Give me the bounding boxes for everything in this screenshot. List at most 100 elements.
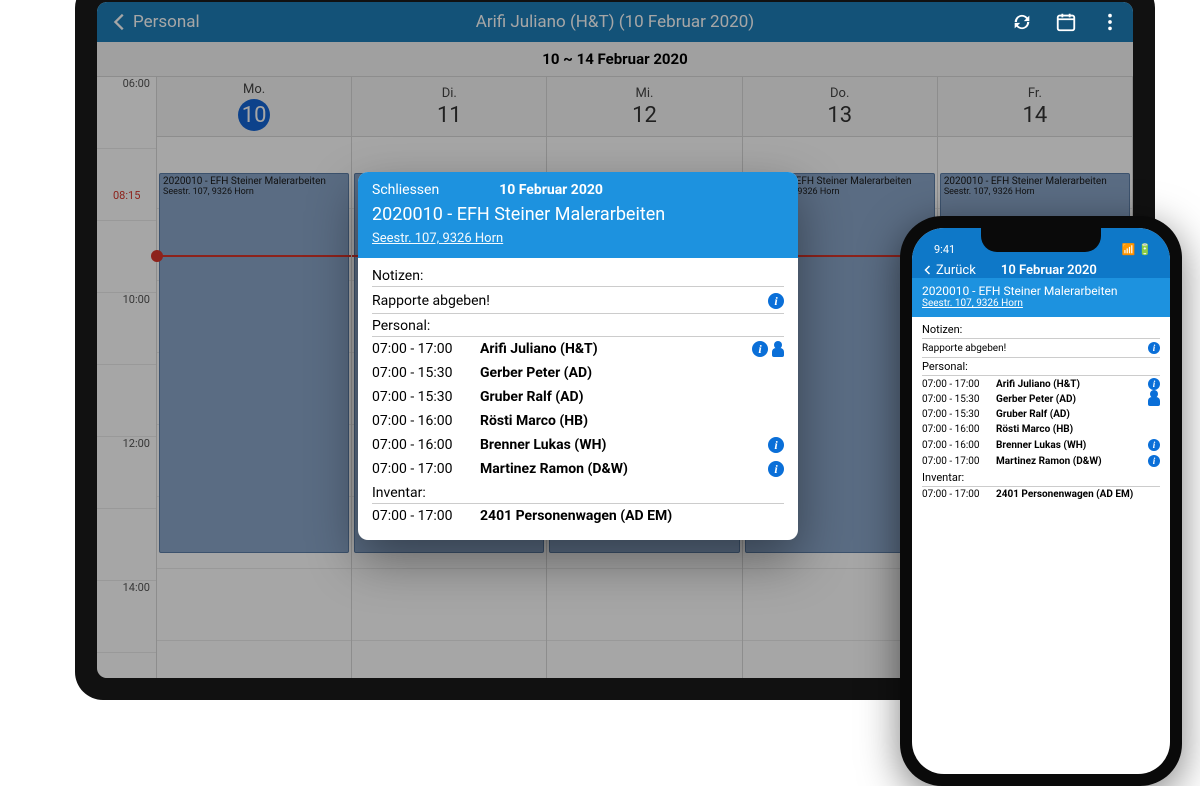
row-name: 2401 Personenwagen (AD EM) xyxy=(480,508,784,524)
event-detail-popup: Schliessen 10 Februar 2020 2020010 - EFH… xyxy=(358,172,798,540)
week-range-label: 10 ~ 14 Februar 2020 xyxy=(97,42,1133,77)
now-time-label: 08:15 xyxy=(113,189,140,202)
row-icons: i xyxy=(1148,439,1160,451)
popup-header: Schliessen 10 Februar 2020 2020010 - EFH… xyxy=(358,172,798,258)
day-header[interactable]: Mo.10 xyxy=(157,77,351,137)
day-short: Mi. xyxy=(636,86,654,101)
chevron-left-icon xyxy=(922,264,934,276)
row-name: Brenner Lukas (WH) xyxy=(480,437,760,453)
event-sub: Seestr. 107, 9326 Horn xyxy=(944,187,1126,197)
time-slot: 12:00 xyxy=(97,437,156,509)
row-icons: i xyxy=(768,437,784,453)
person-icon[interactable] xyxy=(772,341,784,357)
day-number: 11 xyxy=(437,103,462,128)
personal-row: 07:00 - 15:30 Gerber Peter (AD) xyxy=(922,392,1160,407)
time-slot: 14:00 xyxy=(97,581,156,653)
phone-notes-label: Notizen: xyxy=(922,321,1160,339)
phone-inventar-label: Inventar: xyxy=(922,469,1160,487)
row-icons: i xyxy=(1148,378,1160,390)
info-icon[interactable]: i xyxy=(752,341,768,357)
notes-label: Notizen: xyxy=(372,268,784,287)
row-time: 07:00 - 17:00 xyxy=(372,508,472,524)
app-header: Personal Arifi Juliano (H&T) (10 Februar… xyxy=(97,2,1133,42)
now-indicator-line xyxy=(157,255,351,257)
page-title: Arifi Juliano (H&T) (10 Februar 2020) xyxy=(97,12,1133,32)
calendar-event[interactable]: 2020010 - EFH Steiner MalerarbeitenSeest… xyxy=(159,173,349,553)
day-header[interactable]: Do.13 xyxy=(743,77,937,137)
row-name: Rösti Marco (HB) xyxy=(480,413,784,429)
info-icon[interactable]: i xyxy=(768,437,784,453)
refresh-icon[interactable] xyxy=(1011,11,1033,33)
time-slot xyxy=(97,509,156,581)
day-header[interactable]: Fr.14 xyxy=(938,77,1132,137)
info-icon[interactable]: i xyxy=(1148,342,1160,354)
info-icon[interactable]: i xyxy=(768,293,784,309)
phone-frame: 9:41 📶 🔋 Zurück 10 Februar 2020 2020010 … xyxy=(900,216,1182,786)
phone-screen: 9:41 📶 🔋 Zurück 10 Februar 2020 2020010 … xyxy=(912,228,1170,774)
popup-date: 10 Februar 2020 xyxy=(499,182,603,198)
row-icons: i xyxy=(752,341,784,357)
day-header[interactable]: Di. 11 xyxy=(352,77,546,137)
phone-header: Zurück 10 Februar 2020 xyxy=(912,256,1170,278)
popup-address[interactable]: Seestr. 107, 9326 Horn xyxy=(372,231,784,246)
personal-row: 07:00 - 16:00Brenner Lukas (WH)i xyxy=(922,437,1160,453)
phone-note-text: Rapporte abgeben! xyxy=(922,343,1006,354)
popup-body: Notizen: Rapporte abgeben! i Personal: 0… xyxy=(358,258,798,540)
phone-body: Notizen: Rapporte abgeben! i Personal: 0… xyxy=(912,317,1170,506)
time-column: 06:0010:0012:0014:0016:00 xyxy=(97,77,157,678)
row-name: Gerber Peter (AD) xyxy=(480,365,784,381)
row-name: Gerber Peter (AD) xyxy=(996,394,1160,405)
popup-title: 2020010 - EFH Steiner Malerarbeiten xyxy=(372,204,784,225)
personal-row: 07:00 - 15:30Gerber Peter (AD) xyxy=(372,361,784,385)
row-name: Martinez Ramon (D&W) xyxy=(996,456,1144,467)
note-text: Rapporte abgeben! xyxy=(372,293,490,309)
phone-event-address[interactable]: Seestr. 107, 9326 Horn xyxy=(922,298,1160,309)
personal-row: 07:00 - 17:00Arifi Juliano (H&T)i xyxy=(922,376,1160,392)
time-slot xyxy=(97,221,156,293)
note-row: Rapporte abgeben! i xyxy=(372,287,784,314)
row-icons: i xyxy=(1148,455,1160,467)
row-time: 07:00 - 17:00 xyxy=(372,461,472,477)
personal-row: 07:00 - 17:00 2401 Personenwagen (AD EM) xyxy=(372,504,784,528)
time-slot: 10:00 xyxy=(97,293,156,365)
personal-row: 07:00 - 17:002401 Personenwagen (AD EM) xyxy=(922,487,1160,502)
day-number: 12 xyxy=(632,103,657,128)
time-slot: 06:00 xyxy=(97,77,156,149)
row-icons: i xyxy=(768,461,784,477)
day-number: 14 xyxy=(1023,103,1048,128)
info-icon[interactable]: i xyxy=(1148,439,1160,451)
day-column: Mo.10 2020010 - EFH Steiner Malerarbeiten… xyxy=(157,77,352,678)
event-title: 2020010 - EFH Steiner Malerarbeiten xyxy=(944,176,1126,187)
info-icon[interactable]: i xyxy=(1148,455,1160,467)
row-name: Gruber Ralf (AD) xyxy=(480,389,784,405)
phone-personal-label: Personal: xyxy=(922,358,1160,376)
inventar-label: Inventar: xyxy=(372,485,784,504)
day-short: Do. xyxy=(830,86,849,101)
day-short: Mo. xyxy=(243,82,265,97)
personal-row: 07:00 - 16:00Rösti Marco (HB) xyxy=(922,422,1160,437)
row-time: 07:00 - 17:00 xyxy=(922,379,992,390)
row-time: 07:00 - 16:00 xyxy=(372,413,472,429)
row-time: 07:00 - 15:30 xyxy=(922,394,992,405)
personal-row: 07:00 - 16:00 Rösti Marco (HB) xyxy=(372,409,784,433)
day-header[interactable]: Mi. 12 xyxy=(547,77,741,137)
row-time: 07:00 - 17:00 xyxy=(922,456,992,467)
close-button[interactable]: Schliessen xyxy=(372,182,439,198)
event-sub: Seestr. 107, 9326 Horn xyxy=(163,187,345,197)
row-time: 07:00 - 16:00 xyxy=(922,440,992,451)
phone-event-title: 2020010 - EFH Steiner Malerarbeiten xyxy=(922,284,1160,298)
row-name: Arifi Juliano (H&T) xyxy=(480,341,744,357)
personal-row: 07:00 - 15:30Gruber Ralf (AD) xyxy=(922,407,1160,422)
more-icon[interactable] xyxy=(1099,11,1121,33)
phone-date: 10 Februar 2020 xyxy=(938,263,1160,278)
row-name: Gruber Ralf (AD) xyxy=(996,409,1160,420)
day-short: Di. xyxy=(442,86,457,101)
phone-notch xyxy=(981,228,1101,252)
info-icon[interactable]: i xyxy=(768,461,784,477)
day-body: 2020010 - EFH Steiner MalerarbeitenSeest… xyxy=(157,137,351,657)
row-name: Rösti Marco (HB) xyxy=(996,424,1160,435)
row-name: Martinez Ramon (D&W) xyxy=(480,461,760,477)
info-icon[interactable]: i xyxy=(1148,378,1160,390)
calendar-icon[interactable] xyxy=(1055,11,1077,33)
phone-note-row: Rapporte abgeben! i xyxy=(922,339,1160,358)
